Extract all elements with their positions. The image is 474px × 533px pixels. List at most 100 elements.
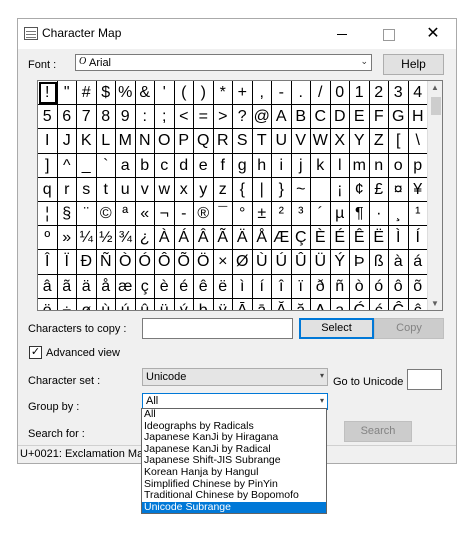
character-grid[interactable]: ! " # $% & '() * +, -./0 1 2 3 4 5 6 7 8 9:; < = >? @ A B C D E F G H…	[37, 80, 443, 311]
character-cell[interactable]: ì	[233, 274, 253, 299]
character-cell[interactable]: >	[213, 105, 233, 130]
character-cell[interactable]: Q	[194, 129, 214, 154]
scroll-down-icon[interactable]: ▼	[431, 299, 439, 308]
character-cell[interactable]: <	[174, 105, 194, 130]
character-cell[interactable]: y	[194, 177, 214, 202]
character-cell[interactable]: ò	[350, 274, 370, 299]
character-cell[interactable]: «	[135, 201, 155, 227]
font-select[interactable]: O Arial ⌄	[75, 54, 372, 71]
character-cell[interactable]: W	[311, 129, 331, 154]
character-cell[interactable]: Û	[291, 250, 311, 275]
character-cell[interactable]: ¸	[389, 201, 409, 227]
character-cell[interactable]: K	[77, 129, 97, 154]
advanced-view-label[interactable]: Advanced view	[46, 347, 120, 359]
character-cell[interactable]: à	[389, 250, 409, 275]
character-grid-cells[interactable]: ! " # $% & '() * +, -./0 1 2 3 4 5 6 7 8 9:; < = >? @ A B C D E F G H…	[38, 81, 428, 310]
character-cell[interactable]: t	[96, 177, 116, 202]
character-cell[interactable]: ¢	[350, 177, 370, 202]
character-cell[interactable]: ®	[194, 201, 214, 227]
group-by-option[interactable]: Unicode Subrange	[142, 501, 326, 514]
character-cell[interactable]: @	[252, 105, 272, 130]
character-cell[interactable]: Â	[194, 226, 214, 251]
character-cell[interactable]: v	[135, 177, 155, 202]
character-cell[interactable]: è	[155, 274, 175, 299]
character-cell[interactable]: ¾	[116, 226, 136, 251]
character-cell[interactable]: ¡	[330, 177, 350, 202]
character-cell[interactable]: $	[96, 81, 116, 106]
character-cell[interactable]: ×	[213, 250, 233, 275]
character-cell[interactable]: s	[77, 177, 97, 202]
character-cell[interactable]: i	[272, 153, 292, 178]
character-cell[interactable]: #	[77, 81, 97, 106]
character-cell[interactable]: ă	[291, 298, 311, 310]
character-cell[interactable]: ±	[252, 201, 272, 227]
character-cell[interactable]: [	[389, 129, 409, 154]
character-cell[interactable]: Ø	[233, 250, 253, 275]
character-cell[interactable]: \	[408, 129, 428, 154]
character-cell[interactable]: Ú	[272, 250, 292, 275]
go-to-unicode-input[interactable]	[407, 369, 442, 390]
character-cell[interactable]: Õ	[174, 250, 194, 275]
character-cell[interactable]: ¹	[408, 201, 428, 227]
character-cell[interactable]: Ý	[330, 250, 350, 275]
group-by-option[interactable]: All	[142, 408, 326, 421]
character-cell[interactable]: %	[116, 81, 136, 106]
character-cell[interactable]: æ	[116, 274, 136, 299]
character-cell[interactable]: ¥	[408, 177, 428, 202]
character-cell[interactable]: Ü	[311, 250, 331, 275]
character-cell[interactable]: 8	[96, 105, 116, 130]
character-cell[interactable]: x	[174, 177, 194, 202]
advanced-view-checkbox[interactable]: ✓	[29, 346, 42, 359]
character-cell[interactable]: å	[96, 274, 116, 299]
character-cell[interactable]: ¿	[135, 226, 155, 251]
character-cell[interactable]: Ö	[194, 250, 214, 275]
character-cell[interactable]: P	[174, 129, 194, 154]
character-cell[interactable]: ý	[174, 298, 194, 310]
character-set-select[interactable]: Unicode ▾	[142, 368, 328, 386]
character-cell[interactable]: /	[311, 81, 331, 106]
character-cell[interactable]: ã	[57, 274, 77, 299]
character-cell[interactable]: Ñ	[96, 250, 116, 275]
character-cell[interactable]: þ	[194, 298, 214, 310]
character-cell[interactable]: "	[57, 81, 77, 106]
character-cell[interactable]: ¶	[350, 201, 370, 227]
character-cell[interactable]: }	[272, 177, 292, 202]
group-by-option[interactable]: Korean Hanja by Hangul	[142, 466, 326, 479]
character-cell[interactable]: ð	[311, 274, 331, 299]
character-cell[interactable]: »	[57, 226, 77, 251]
character-cell[interactable]: X	[330, 129, 350, 154]
character-cell[interactable]: µ	[330, 201, 350, 227]
character-cell[interactable]: J	[57, 129, 77, 154]
character-cell[interactable]: ,	[252, 81, 272, 106]
character-cell[interactable]: '	[155, 81, 175, 106]
character-cell[interactable]: ê	[194, 274, 214, 299]
character-cell[interactable]: Þ	[350, 250, 370, 275]
group-by-dropdown-list[interactable]: All Ideographs by Radicals Japanese KanJi …	[141, 408, 327, 514]
character-cell[interactable]: Ç	[291, 226, 311, 251]
character-cell[interactable]: Ô	[155, 250, 175, 275]
character-cell[interactable]: ô	[389, 274, 409, 299]
character-cell[interactable]: ą	[330, 298, 350, 310]
character-cell[interactable]: Î	[38, 250, 58, 275]
character-cell[interactable]: §	[57, 201, 77, 227]
character-cell[interactable]: Ì	[389, 226, 409, 251]
character-cell[interactable]: ó	[369, 274, 389, 299]
character-cell[interactable]: Ð	[77, 250, 97, 275]
select-button[interactable]: Select	[299, 318, 374, 339]
title-bar[interactable]: Character Map ✕	[18, 19, 456, 49]
character-cell[interactable]: Ć	[350, 298, 370, 310]
character-cell[interactable]: d	[174, 153, 194, 178]
character-cell[interactable]: Å	[252, 226, 272, 251]
character-cell[interactable]: 4	[408, 81, 428, 106]
character-cell[interactable]: ĉ	[408, 298, 428, 310]
character-cell[interactable]: ³	[291, 201, 311, 227]
character-cell[interactable]: L	[96, 129, 116, 154]
character-cell[interactable]: ñ	[330, 274, 350, 299]
scrollbar-thumb[interactable]	[431, 97, 441, 115]
character-cell[interactable]: S	[233, 129, 253, 154]
character-cell[interactable]: ï	[291, 274, 311, 299]
character-cell[interactable]: Ă	[272, 298, 292, 310]
character-cell[interactable]: u	[116, 177, 136, 202]
character-cell[interactable]: Æ	[272, 226, 292, 251]
character-cell[interactable]: î	[272, 274, 292, 299]
